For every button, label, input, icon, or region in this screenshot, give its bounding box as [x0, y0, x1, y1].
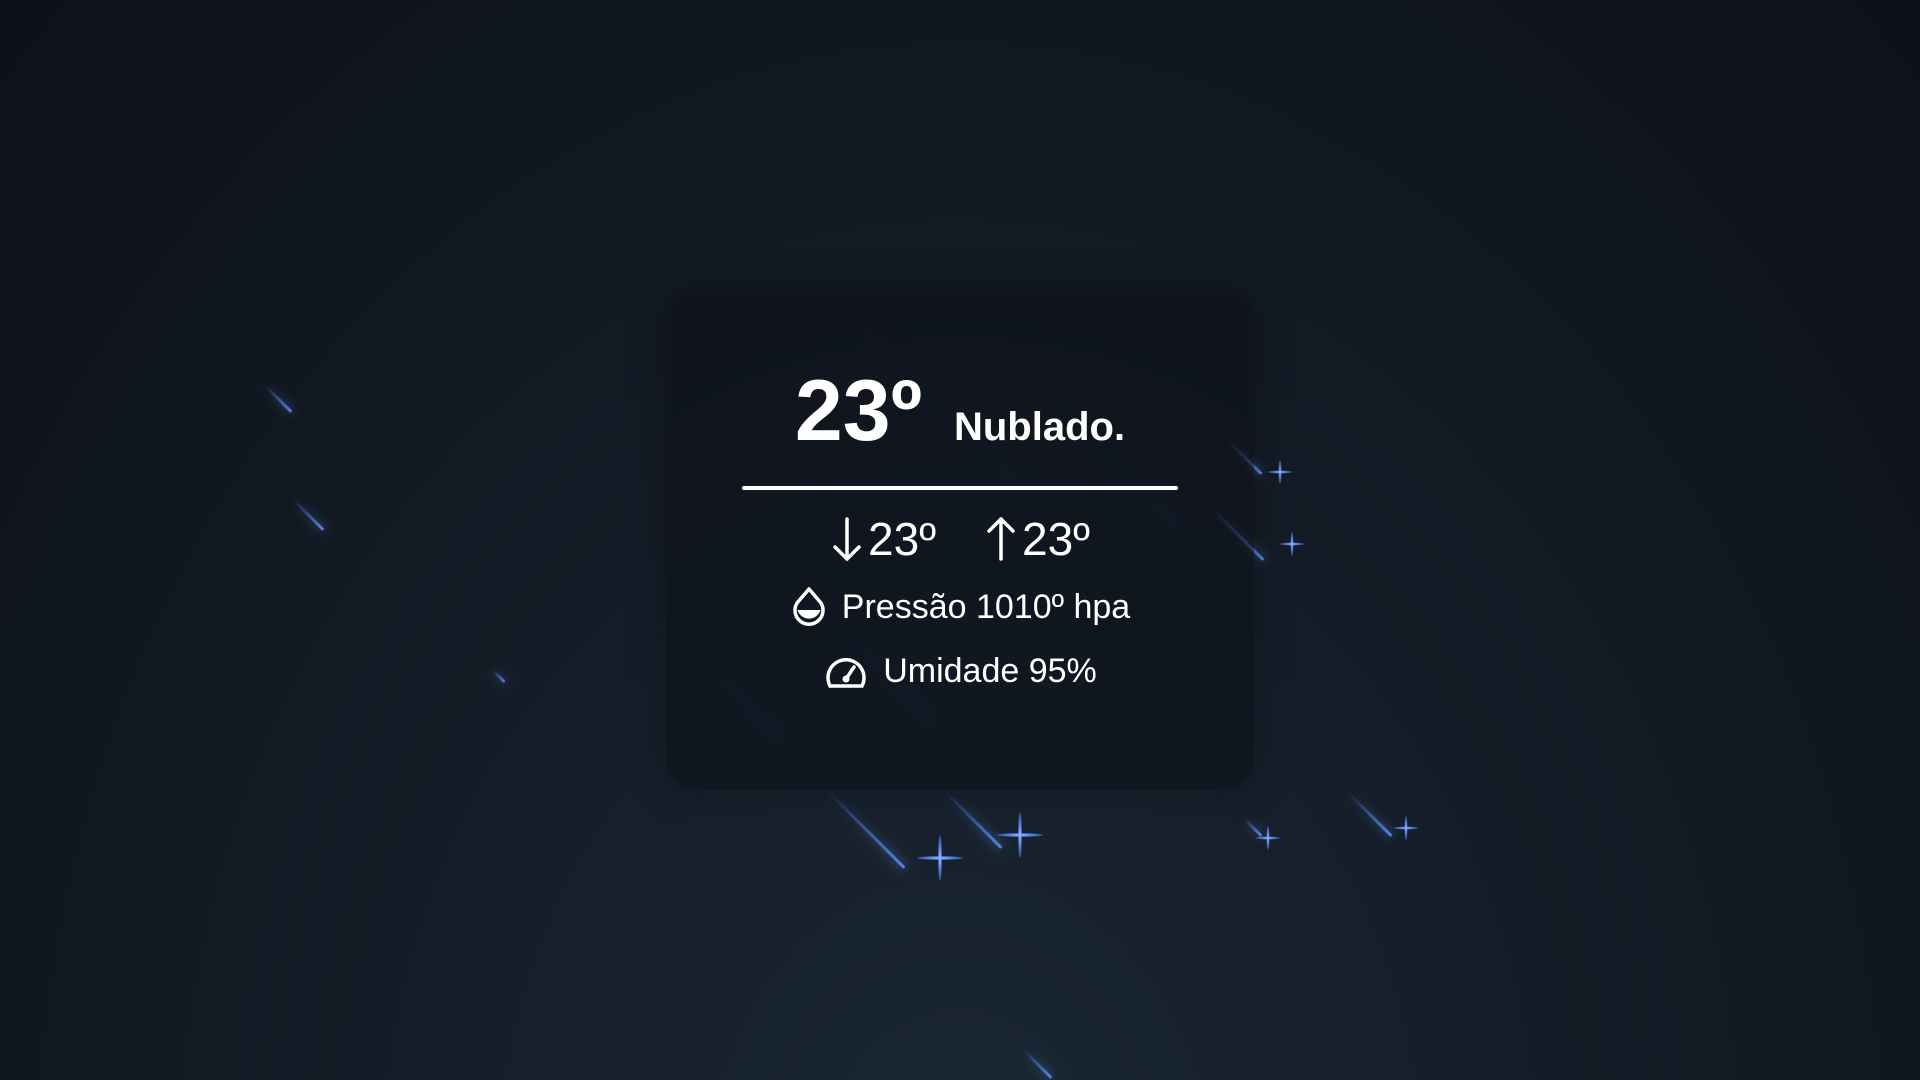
current-temperature: 23º: [794, 363, 922, 459]
humidity-label: Umidade 95%: [883, 652, 1097, 690]
pressure-label: Pressão 1010º hpa: [841, 587, 1131, 626]
meteor: [492, 669, 506, 684]
page: { "weather": { "temperature": "23º", "co…: [0, 0, 1920, 1080]
arrow-down-icon: [830, 515, 864, 563]
weather-condition: Nublado.: [953, 405, 1126, 449]
meteor-sparkle: [1394, 816, 1418, 840]
meteor: [1022, 1048, 1053, 1080]
min-temperature-value: 23º: [868, 513, 936, 565]
meteor-sparkle: [1256, 826, 1280, 850]
droplet-icon: [790, 586, 828, 628]
arrow-up-icon: [984, 515, 1018, 563]
gauge-icon: [823, 653, 869, 691]
meteor: [1348, 792, 1393, 838]
current-weather: 23º Nublado.: [666, 368, 1254, 454]
meteor: [825, 789, 906, 870]
meteor-sparkle: [997, 812, 1043, 858]
meteor-sparkle: [1268, 460, 1292, 484]
humidity-info: Umidade 95%: [666, 652, 1254, 691]
max-temperature: 23º: [984, 512, 1090, 566]
meteor-sparkle: [917, 835, 963, 881]
divider: [742, 486, 1178, 490]
weather-card: 23º Nublado. 23º 23º Pressão 1010º hpa U…: [666, 290, 1254, 790]
min-max-temperatures: 23º 23º: [666, 512, 1254, 566]
pressure-info: Pressão 1010º hpa: [666, 586, 1254, 628]
max-temperature-value: 23º: [1022, 513, 1090, 565]
min-temperature: 23º: [830, 512, 936, 566]
meteor: [264, 385, 293, 414]
meteor: [292, 499, 325, 532]
meteor-sparkle: [1280, 532, 1304, 556]
